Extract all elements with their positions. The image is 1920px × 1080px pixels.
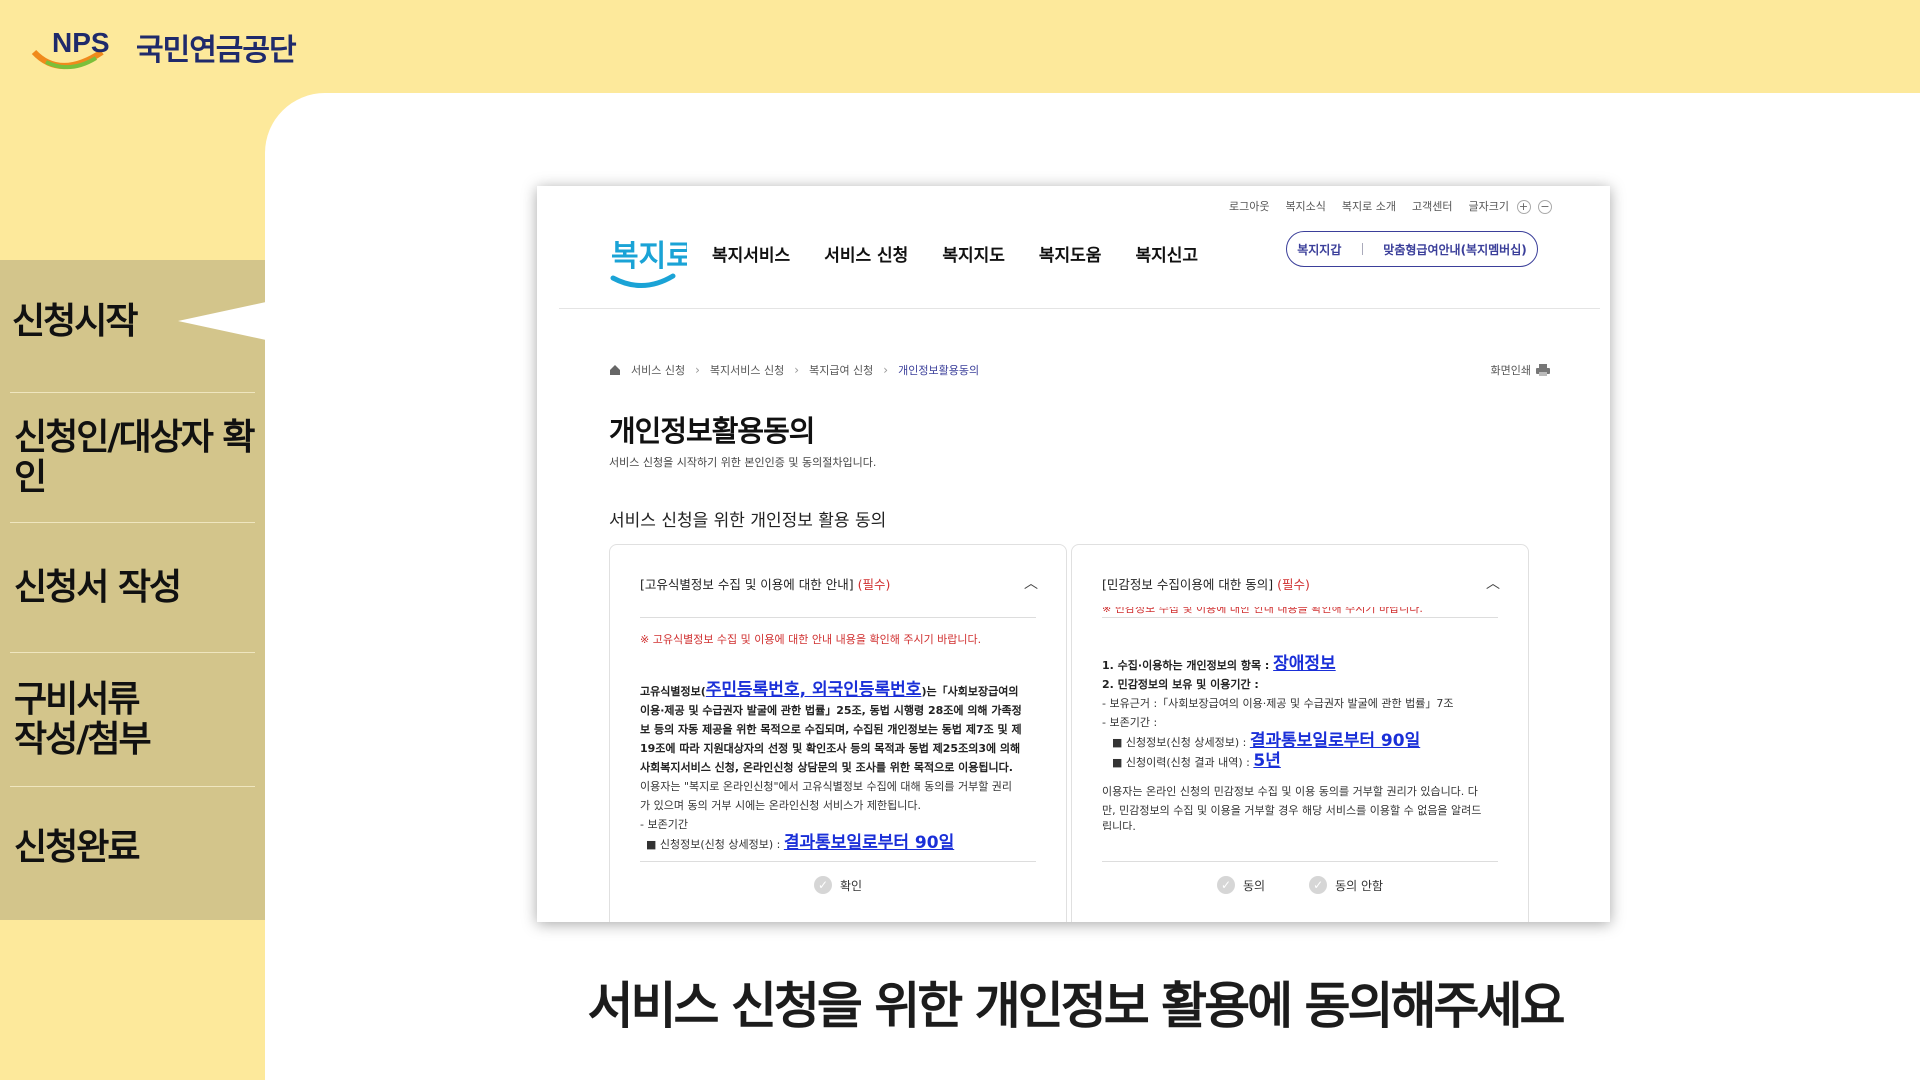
nps-logo-text: NPS — [52, 27, 110, 58]
item-value-link: 장애정보 — [1273, 654, 1336, 674]
confirm-checkbox[interactable]: ✓ 확인 — [814, 876, 862, 894]
step-form-write: 신청서 작성 — [14, 567, 182, 608]
card-content: 고유식별정보(주민등록번호, 외국인등록번호)는「사회보장급여의 이용·제공 및… — [640, 680, 1022, 853]
chevron-up-icon[interactable]: ︿ — [1024, 573, 1038, 593]
breadcrumb-item[interactable]: 복지서비스 신청 — [710, 362, 784, 378]
card-header[interactable]: [민감정보 수집이용에 대한 동의] (필수) ︿ — [1102, 573, 1500, 593]
font-size-control: 글자크기 + − — [1469, 198, 1552, 214]
page-title: 개인정보활용동의 — [609, 414, 815, 448]
header-divider — [559, 308, 1600, 309]
pill-divider — [1361, 243, 1363, 255]
disagree-checkbox[interactable]: ✓ 동의 안함 — [1309, 876, 1383, 894]
chevron-right-icon: › — [695, 363, 700, 377]
card-divider — [1102, 617, 1498, 618]
card-content: 1. 수집·이용하는 개인정보의 항목 : 장애정보 2. 민감정보의 보유 및… — [1102, 654, 1482, 831]
font-decrease-button[interactable]: − — [1538, 200, 1552, 214]
card-header[interactable]: [고유식별정보 수집 및 이용에 대한 안내] (필수) ︿ — [640, 573, 1038, 593]
unique-id-consent-card: [고유식별정보 수집 및 이용에 대한 안내] (필수) ︿ ※ 고유식별정보 … — [609, 544, 1067, 922]
step-applicant-check: 신청인/대상자 확인 — [14, 417, 256, 498]
current-step-pointer — [178, 302, 266, 340]
sensitive-info-consent-card: [민감정보 수집이용에 대한 동의] (필수) ︿ ※ 민감정보 수집 및 이용… — [1071, 544, 1529, 922]
step-divider — [10, 652, 255, 653]
chevron-up-icon[interactable]: ︿ — [1486, 573, 1500, 593]
nps-logo: NPS 국민연금공단 — [30, 22, 297, 72]
step-complete: 신청완료 — [14, 827, 140, 868]
check-icon: ✓ — [1217, 876, 1235, 894]
step-documents: 구비서류 작성/첨부 — [14, 679, 152, 760]
nps-swoosh-icon: NPS — [31, 27, 110, 70]
nav-welfare-report[interactable]: 복지신고 — [1135, 241, 1198, 266]
nav-welfare-help[interactable]: 복지도움 — [1039, 241, 1102, 266]
nav-welfare-map[interactable]: 복지지도 — [942, 241, 1005, 266]
breadcrumb-current: 개인정보활용동의 — [898, 364, 980, 377]
breadcrumb-item[interactable]: 서비스 신청 — [631, 362, 685, 378]
step-divider — [10, 786, 255, 787]
card-divider — [1102, 861, 1498, 862]
bokjiro-logo[interactable]: 복지로 — [607, 226, 694, 300]
check-icon: ✓ — [814, 876, 832, 894]
welfare-news-link[interactable]: 복지소식 — [1285, 198, 1325, 214]
bokjiro-screenshot: 로그아웃 복지소식 복지로 소개 고객센터 글자크기 + − 복지로 복지서비스… — [537, 186, 1610, 922]
check-icon: ✓ — [1309, 876, 1328, 894]
customer-center-link[interactable]: 고객센터 — [1412, 198, 1452, 214]
about-link[interactable]: 복지로 소개 — [1342, 198, 1396, 214]
period1-link: 결과통보일로부터 90일 — [1249, 731, 1421, 751]
id-number-link: 주민등록번호, 외국인등록번호 — [705, 680, 922, 700]
chevron-right-icon: › — [794, 363, 800, 377]
card-notice: ※ 고유식별정보 수집 및 이용에 대한 안내 내용을 확인해 주시기 바랍니다… — [640, 633, 982, 646]
quick-links-pill: 복지지갑 맞춤형급여안내(복지멤버십) — [1286, 231, 1538, 267]
breadcrumb: 서비스 신청 › 복지서비스 신청 › 복지급여 신청 › 개인정보활용동의 — [609, 362, 979, 378]
card-divider — [640, 617, 1036, 618]
utility-menu: 로그아웃 복지소식 복지로 소개 고객센터 글자크기 + − — [1229, 198, 1552, 214]
required-badge: (필수) — [1277, 576, 1310, 592]
step-divider — [10, 522, 255, 523]
bokjiro-logo-icon: 복지로 — [610, 239, 694, 289]
welfare-wallet-link[interactable]: 복지지갑 — [1297, 241, 1341, 258]
confirm-check: ✓ 확인 — [814, 876, 862, 894]
logout-link[interactable]: 로그아웃 — [1229, 198, 1269, 214]
print-label: 화면인쇄 — [1490, 364, 1531, 377]
nav-service-apply[interactable]: 서비스 신청 — [824, 241, 908, 266]
printer-icon — [1536, 364, 1550, 376]
card-divider — [640, 861, 1036, 862]
period2-link: 5년 — [1253, 751, 1281, 771]
print-button[interactable]: 화면인쇄 — [1491, 362, 1550, 378]
agree-options: ✓ 동의 ✓ 동의 안함 — [1217, 876, 1383, 894]
custom-benefit-link[interactable]: 맞춤형급여안내(복지멤버십) — [1383, 241, 1526, 258]
card-title: [고유식별정보 수집 및 이용에 대한 안내] (필수) — [640, 576, 891, 592]
scrolled-notice: ※ 민감정보 수집 및 이용에 대한 안내 내용을 확인해 주시기 바랍니다. — [1102, 607, 1423, 615]
required-badge: (필수) — [857, 576, 891, 592]
retention-period-link: 결과통보일로부터 90일 — [783, 833, 955, 853]
agree-checkbox[interactable]: ✓ 동의 — [1217, 876, 1265, 894]
step-sidebar: 신청시작 신청인/대상자 확인 신청서 작성 구비서류 작성/첨부 신청완료 — [0, 260, 265, 920]
main-nav: 복지서비스 서비스 신청 복지지도 복지도움 복지신고 — [712, 241, 1198, 266]
page-subtitle: 서비스 신청을 시작하기 위한 본인인증 및 동의절차입니다. — [609, 456, 877, 469]
card-title: [민감정보 수집이용에 대한 동의] (필수) — [1102, 576, 1310, 592]
bokjiro-logo-text: 복지로 — [611, 239, 687, 274]
font-size-label: 글자크기 — [1468, 200, 1509, 213]
nav-welfare-service[interactable]: 복지서비스 — [712, 241, 790, 266]
font-increase-button[interactable]: + — [1516, 200, 1531, 214]
nps-org-name: 국민연금공단 — [136, 33, 297, 68]
home-icon[interactable] — [609, 364, 621, 376]
section-title: 서비스 신청을 위한 개인정보 활용 동의 — [609, 511, 887, 531]
caption-subtitle: 서비스 신청을 위한 개인정보 활용에 동의해주세요 — [587, 977, 1565, 1035]
chevron-right-icon: › — [883, 363, 889, 377]
step-divider — [10, 392, 255, 393]
breadcrumb-item[interactable]: 복지급여 신청 — [809, 362, 873, 378]
